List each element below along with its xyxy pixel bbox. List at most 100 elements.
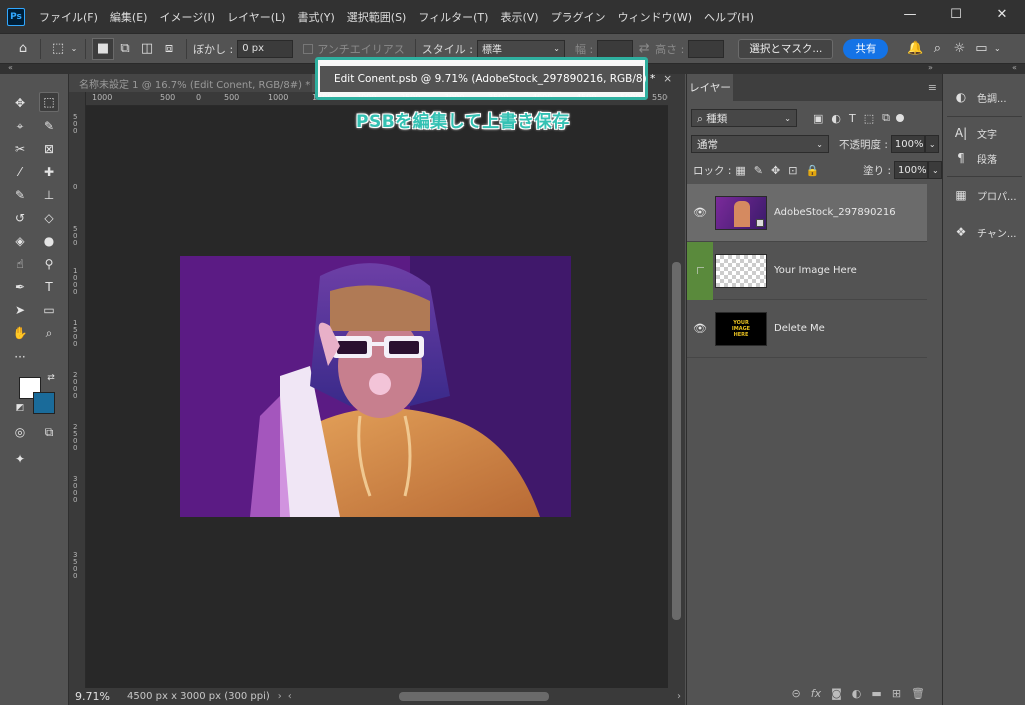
share-button[interactable]: 共有 (843, 38, 889, 59)
layer-filter-select[interactable]: ⌕ 種類 ⌄ (691, 109, 797, 127)
chevron-down-icon[interactable]: ⌄ (992, 38, 1002, 60)
fx-icon[interactable]: fx (811, 687, 821, 700)
chevron-down-icon[interactable]: ⌄ (924, 135, 939, 153)
dock-item-properties[interactable]: ▦ プロパ... (943, 182, 1025, 208)
zoom-level[interactable]: 9.71% (69, 690, 119, 703)
lock-artboard-icon[interactable]: ⊡ (788, 164, 797, 177)
close-window-button[interactable]: ✕ (979, 0, 1025, 28)
menu-type[interactable]: 書式(Y) (291, 9, 340, 25)
search-icon[interactable]: ⌕ (926, 38, 948, 60)
collapse-left-icon[interactable]: « (8, 63, 13, 72)
tab-untitled-1[interactable]: 名称未設定 1 @ 16.7% (Edit Conent, RGB/8#) * … (69, 74, 327, 92)
filter-toggle-icon[interactable] (896, 114, 905, 122)
intersect-selection-icon[interactable]: ⧈ (158, 38, 180, 60)
menu-plugins[interactable]: プラグイン (545, 9, 612, 25)
object-select-tool-icon[interactable]: ⌖ (10, 116, 30, 136)
antialias-checkbox[interactable] (303, 43, 314, 54)
path-select-tool-icon[interactable]: ➤ (10, 300, 30, 320)
opacity-input[interactable]: 100% (890, 135, 925, 153)
smudge-tool-icon[interactable]: ☝ (10, 254, 30, 274)
filter-pixel-icon[interactable]: ▣ (813, 112, 823, 125)
move-tool-icon[interactable]: ✥ (10, 93, 30, 113)
chevron-right-icon[interactable]: › (677, 691, 681, 702)
new-layer-icon[interactable]: ⊞ (892, 687, 901, 700)
trash-icon[interactable]: 🗑 (911, 687, 925, 700)
menu-select[interactable]: 選択範囲(S) (341, 9, 413, 25)
dock-item-adjustments[interactable]: ◐ 色調... (943, 84, 1025, 110)
close-icon[interactable]: × (663, 73, 672, 85)
adjustment-layer-icon[interactable]: ◐ (852, 687, 862, 700)
highlighted-tab[interactable]: Edit Conent.psb @ 9.71% (AdobeStock_2978… (320, 66, 672, 92)
screen-mode-icon[interactable]: ⧉ (39, 422, 59, 442)
layer-row[interactable]: 👁 AdobeStock_297890216 (687, 184, 927, 242)
history-brush-tool-icon[interactable]: ↺ (10, 208, 30, 228)
zoom-tool-icon[interactable]: ⌕ (39, 323, 59, 343)
lock-pixels-icon[interactable]: ✎ (754, 164, 763, 177)
layer-row[interactable]: 👁 YOUR IMAGE HERE Delete Me (687, 300, 927, 358)
chevron-right-icon[interactable]: › (278, 691, 282, 702)
select-and-mask-button[interactable]: 選択とマスク... (738, 38, 834, 59)
document-canvas[interactable] (86, 106, 668, 688)
blend-mode-select[interactable]: 通常 ⌄ (691, 135, 829, 153)
home-icon[interactable]: ⌂ (12, 38, 34, 60)
brush-tool-icon[interactable]: ✎ (10, 185, 30, 205)
style-select[interactable]: 標準 ⌄ (476, 39, 565, 58)
workspace-icon[interactable]: ▭ (970, 38, 992, 60)
swap-colors-icon[interactable]: ⇄ (45, 372, 57, 384)
subtract-selection-icon[interactable]: ◫ (136, 38, 158, 60)
paint-bucket-tool-icon[interactable]: ◈ (10, 231, 30, 251)
pen-tool-icon[interactable]: ✒ (10, 277, 30, 297)
add-selection-icon[interactable]: ⧉ (114, 38, 136, 60)
fill-input[interactable]: 100% (894, 161, 929, 179)
dock-item-character[interactable]: A| 文字 (943, 120, 1025, 146)
lightbulb-icon[interactable]: ☼ (948, 38, 970, 60)
type-tool-icon[interactable]: T (39, 277, 59, 297)
menu-window[interactable]: ウィンドウ(W) (612, 9, 698, 25)
hand-tool-icon[interactable]: ✋ (10, 323, 30, 343)
dock-item-channels[interactable]: ❖ チャン... (943, 219, 1025, 245)
layer-name[interactable]: AdobeStock_297890216 (774, 207, 896, 218)
menu-help[interactable]: ヘルプ(H) (698, 9, 760, 25)
collapse-right-icon[interactable]: » (928, 63, 933, 72)
frame-tool-icon[interactable]: ⊠ (39, 139, 59, 159)
new-selection-icon[interactable]: ■ (92, 37, 114, 60)
lock-transparency-icon[interactable]: ▦ (735, 164, 745, 177)
maximize-button[interactable]: ☐ (933, 0, 979, 28)
menu-view[interactable]: 表示(V) (494, 9, 544, 25)
clone-stamp-tool-icon[interactable]: ⊥ (39, 185, 59, 205)
generative-icon[interactable]: ✦ (10, 449, 30, 469)
panel-menu-icon[interactable]: ≡ (928, 81, 937, 94)
quick-mask-icon[interactable]: ◎ (10, 422, 30, 442)
vertical-scrollbar[interactable] (668, 92, 685, 688)
eye-icon[interactable]: 👁 (687, 300, 713, 358)
filter-type-icon[interactable]: T (849, 112, 856, 125)
lock-position-icon[interactable]: ✥ (771, 164, 780, 177)
tab-layers[interactable]: レイヤー (687, 74, 733, 101)
menu-file[interactable]: ファイル(F) (33, 9, 104, 25)
rectangle-tool-icon[interactable]: ▭ (39, 300, 59, 320)
more-tools-icon[interactable]: ··· (10, 347, 30, 367)
feather-input[interactable]: 0 px (237, 39, 294, 58)
default-colors-icon[interactable]: ◩ (14, 402, 26, 414)
visibility-toggle-off[interactable] (687, 241, 713, 300)
dock-item-paragraph[interactable]: ¶ 段落 (943, 145, 1025, 171)
blur-tool-icon[interactable]: ● (39, 231, 59, 251)
link-layers-icon[interactable]: ⊝ (792, 687, 801, 700)
healing-brush-tool-icon[interactable]: ✚ (39, 162, 59, 182)
dodge-tool-icon[interactable]: ⚲ (39, 254, 59, 274)
bell-icon[interactable]: 🔔 (904, 38, 926, 60)
add-mask-icon[interactable]: ◙ (831, 687, 842, 700)
horizontal-scrollbar-thumb[interactable] (399, 692, 549, 701)
layer-name[interactable]: Delete Me (774, 323, 825, 334)
chevron-down-icon[interactable]: ⌄ (69, 38, 79, 60)
layer-row[interactable]: Your Image Here (687, 241, 927, 300)
menu-edit[interactable]: 編集(E) (104, 9, 154, 25)
eraser-tool-icon[interactable]: ◇ (39, 208, 59, 228)
chevron-left-icon[interactable]: ‹ (288, 691, 292, 702)
menu-layer[interactable]: レイヤー(L) (221, 9, 291, 25)
eyedropper-tool-icon[interactable]: ⁄ (10, 162, 30, 182)
lock-all-icon[interactable]: 🔒 (805, 164, 819, 177)
marquee-preset-icon[interactable]: ⬚ (47, 38, 69, 60)
background-color-swatch[interactable] (33, 392, 55, 414)
filter-shape-icon[interactable]: ⬚ (864, 112, 874, 125)
